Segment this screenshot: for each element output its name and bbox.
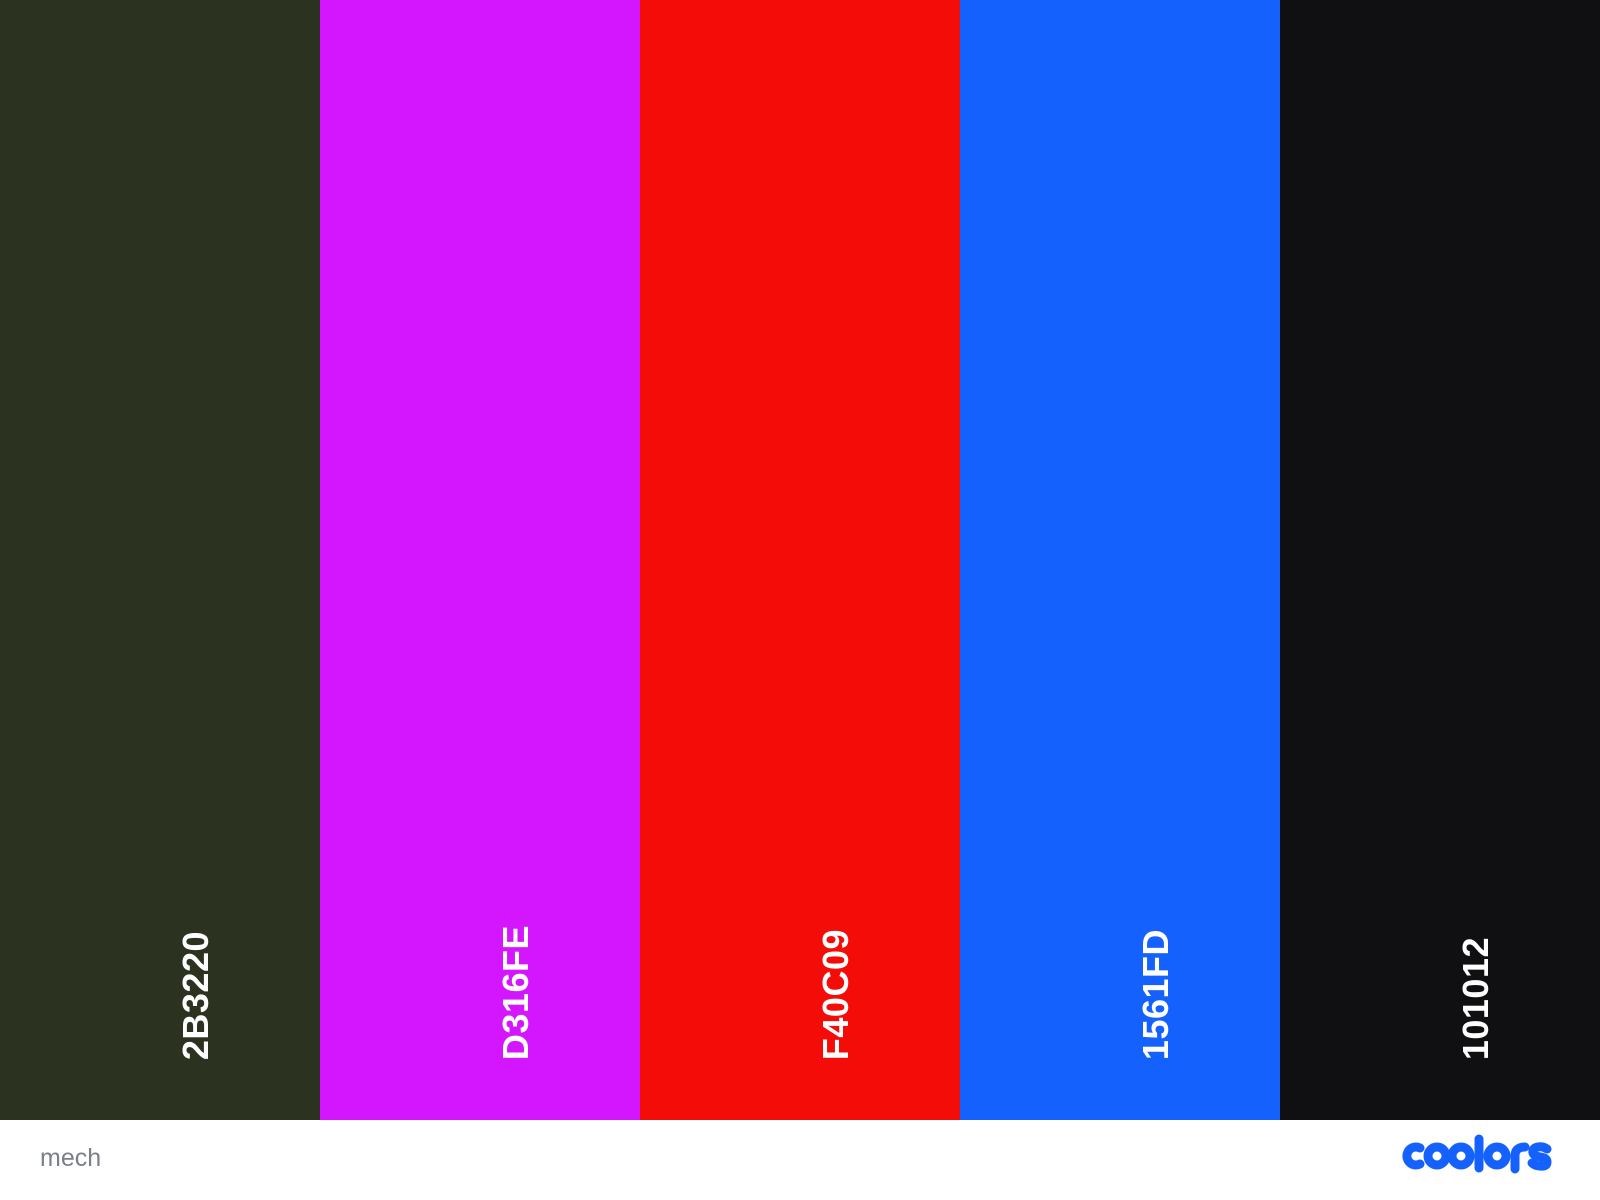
- swatch-hex-label: 2B3220: [175, 930, 216, 1060]
- swatch-3[interactable]: F40C09: [640, 0, 960, 1120]
- footer: mech: [0, 1120, 1600, 1200]
- swatch-hex-label: F40C09: [815, 928, 856, 1060]
- swatch-5[interactable]: 101012: [1280, 0, 1600, 1120]
- swatch-1[interactable]: 2B3220: [0, 0, 320, 1120]
- swatch-hex-label: D316FE: [495, 924, 536, 1060]
- color-palette: 2B3220 D316FE F40C09 1561FD 101012: [0, 0, 1600, 1120]
- swatch-hex-label: 1561FD: [1135, 928, 1176, 1060]
- swatch-2[interactable]: D316FE: [320, 0, 640, 1120]
- palette-name: mech: [40, 1144, 102, 1172]
- swatch-hex-label: 101012: [1455, 936, 1496, 1060]
- coolors-logo[interactable]: [1400, 1134, 1560, 1178]
- swatch-4[interactable]: 1561FD: [960, 0, 1280, 1120]
